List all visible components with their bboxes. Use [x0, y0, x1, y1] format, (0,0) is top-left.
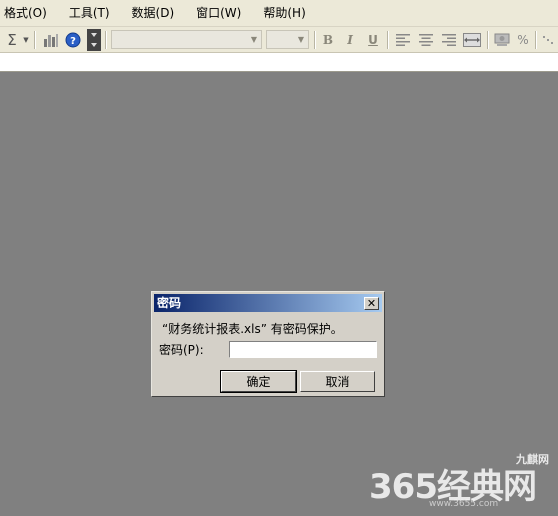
chart-icon[interactable]: [42, 30, 60, 50]
italic-button[interactable]: I: [342, 30, 358, 50]
formula-bar[interactable]: [0, 53, 558, 72]
watermark: 九麒网 365经典网 www.3655.com: [365, 449, 555, 513]
chevron-down-icon: ▼: [250, 35, 258, 44]
close-button[interactable]: ✕: [364, 297, 379, 310]
password-input[interactable]: [229, 341, 377, 358]
menu-data[interactable]: 数据(D): [128, 0, 179, 27]
toolbar-separator: [387, 31, 389, 49]
autosum-button[interactable]: Σ: [4, 30, 20, 50]
help-icon[interactable]: ?: [64, 30, 82, 50]
watermark-url: www.3655.com: [429, 499, 499, 509]
currency-icon[interactable]: [493, 30, 511, 50]
chevron-down-icon: ▼: [297, 35, 305, 44]
font-name-select[interactable]: ▼: [111, 30, 262, 49]
toolbar-separator: [105, 31, 107, 49]
toolbar-separator: [535, 31, 537, 49]
dialog-title: 密码: [157, 296, 182, 310]
formatting-toolbar: Σ ▼ ? ▼ ▼ B I U %: [0, 27, 558, 53]
dialog-title-bar: 密码 ✕: [154, 294, 382, 312]
comma-style-icon[interactable]: [540, 30, 558, 50]
merge-center-icon[interactable]: [462, 30, 482, 50]
menu-bar: 格式(O) 工具(T) 数据(D) 窗口(W) 帮助(H): [0, 0, 558, 27]
menu-window[interactable]: 窗口(W): [192, 0, 245, 27]
dialog-message: “财务统计报表.xls” 有密码保护。: [162, 322, 343, 336]
toolbar-separator: [34, 31, 36, 49]
toolbar-separator: [487, 31, 489, 49]
menu-format[interactable]: 格式(O): [0, 0, 51, 27]
password-label: 密码(P):: [159, 343, 204, 357]
svg-text:?: ?: [70, 36, 76, 47]
align-right-icon[interactable]: [440, 30, 458, 50]
align-center-icon[interactable]: [417, 30, 435, 50]
toolbar-separator: [314, 31, 316, 49]
percent-button[interactable]: %: [515, 30, 531, 50]
password-dialog: 密码 ✕ “财务统计报表.xls” 有密码保护。 密码(P): 确定 取消: [151, 291, 385, 397]
close-icon: ✕: [366, 297, 377, 310]
underline-button[interactable]: U: [365, 30, 381, 50]
font-size-select[interactable]: ▼: [266, 30, 309, 49]
toolbar-options-icon[interactable]: [87, 29, 101, 51]
bold-button[interactable]: B: [320, 30, 336, 50]
menu-help[interactable]: 帮助(H): [259, 0, 309, 27]
ok-button[interactable]: 确定: [220, 370, 297, 393]
menu-tools[interactable]: 工具(T): [65, 0, 114, 27]
chevron-down-icon[interactable]: ▼: [21, 30, 31, 50]
align-left-icon[interactable]: [394, 30, 412, 50]
cancel-button[interactable]: 取消: [300, 371, 375, 392]
